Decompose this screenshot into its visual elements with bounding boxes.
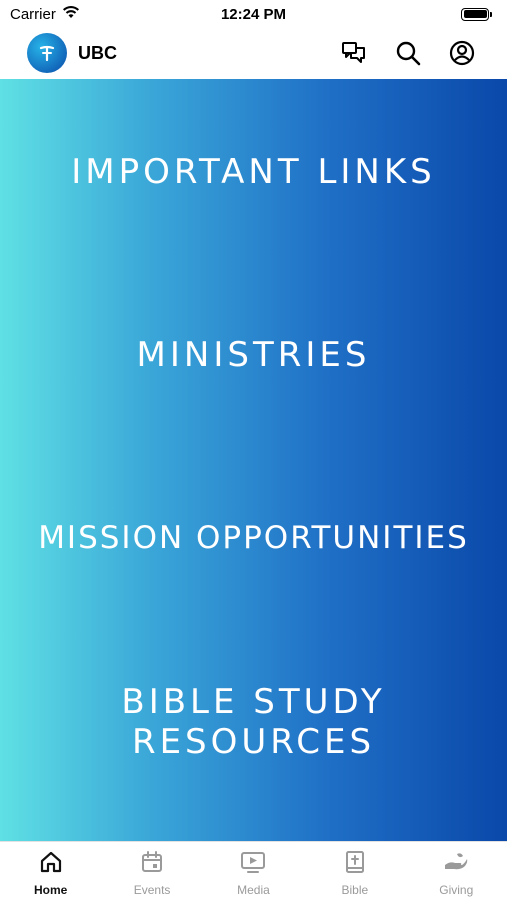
tab-bible-label: Bible (341, 883, 369, 897)
bible-study-resources-button[interactable]: BIBLE STUDY RESOURCES (0, 682, 507, 762)
important-links-button[interactable]: IMPORTANT LINKS (0, 152, 507, 192)
bible-icon (343, 850, 367, 879)
battery-icon (461, 7, 492, 21)
bible-study-line2: RESOURCES (131, 722, 376, 762)
search-icon[interactable] (395, 40, 421, 66)
tab-home-label: Home (34, 883, 68, 897)
logo-icon (27, 33, 67, 73)
app-screen: Carrier 12:24 PM UBC IMPORTANT LINKS MIN… (0, 0, 507, 900)
tab-bible[interactable]: Bible (304, 850, 405, 897)
tab-events-label: Events (133, 883, 171, 897)
app-header: UBC (0, 28, 507, 78)
mission-opportunities-button[interactable]: MISSION OPPORTUNITIES (0, 518, 507, 558)
brand[interactable]: UBC (27, 33, 117, 73)
app-name: UBC (78, 42, 117, 63)
hero-panel: IMPORTANT LINKS MINISTRIES MISSION OPPOR… (0, 79, 507, 841)
calendar-icon (140, 850, 164, 879)
media-icon (240, 850, 266, 879)
giving-icon (443, 850, 469, 879)
tab-giving-label: Giving (439, 883, 474, 897)
tab-events[interactable]: Events (102, 850, 203, 897)
status-bar: Carrier 12:24 PM (0, 0, 507, 28)
wifi-icon (62, 5, 80, 23)
home-icon (39, 850, 63, 879)
header-actions (341, 40, 475, 66)
account-icon[interactable] (449, 40, 475, 66)
carrier-label: Carrier (10, 5, 56, 23)
tab-home[interactable]: Home (0, 850, 101, 897)
ministries-button[interactable]: MINISTRIES (0, 335, 507, 375)
tab-media-label: Media (237, 883, 270, 897)
bible-study-line1: BIBLE STUDY (121, 682, 386, 722)
battery-fill (463, 10, 487, 18)
tab-bar: Home Events Media Bible Giving (0, 841, 507, 900)
chat-icon[interactable] (341, 40, 367, 66)
tab-giving[interactable]: Giving (406, 850, 507, 897)
tab-media[interactable]: Media (203, 850, 304, 897)
status-left: Carrier (10, 5, 80, 23)
